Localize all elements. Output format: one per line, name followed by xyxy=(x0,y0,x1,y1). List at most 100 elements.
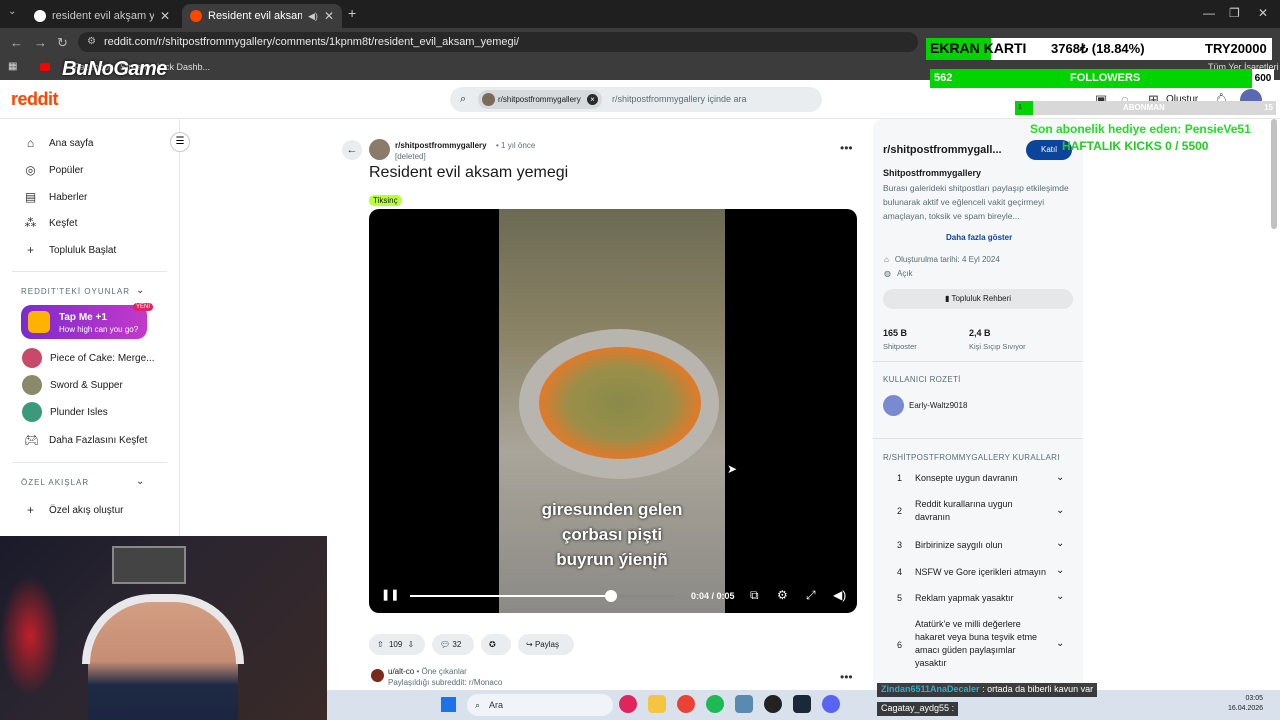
search-icon: ⌕ xyxy=(475,700,481,710)
game-sword-supper[interactable]: Sword & Supper xyxy=(22,375,123,395)
obs-icon[interactable] xyxy=(764,695,782,713)
clear-chip-icon[interactable]: × xyxy=(586,94,598,105)
badge-username[interactable]: Early-Waltz9018 xyxy=(909,401,967,410)
address-bar[interactable]: ⚙ reddit.com/r/shitpostfrommygallery/com… xyxy=(78,32,918,52)
rule-item[interactable]: Reklam yapmak yasaktır xyxy=(915,592,1045,605)
upvote-icon[interactable]: ⇧ xyxy=(377,640,384,649)
post-flair[interactable]: Tiksinç xyxy=(369,195,402,206)
post-subreddit[interactable]: r/shitpostfrommygallery xyxy=(395,141,487,150)
badge-avatar[interactable] xyxy=(883,395,904,416)
webcam-overlay xyxy=(0,536,327,720)
game-piece-of-cake[interactable]: Piece of Cake: Merge... xyxy=(22,348,155,368)
chevron-down-icon[interactable]: ⌄ xyxy=(1056,565,1064,576)
start-icon[interactable] xyxy=(441,697,456,712)
captions-icon[interactable]: ⧉ xyxy=(750,588,759,603)
taskbar-search[interactable]: ⌕ Ara xyxy=(467,694,613,716)
promo-avatar[interactable] xyxy=(371,669,384,682)
browser-tab-1[interactable]: resident evil akşam yemeği - Go ✕ xyxy=(26,4,178,28)
media-player-icon[interactable] xyxy=(619,695,637,713)
progress-handle[interactable] xyxy=(605,590,618,602)
nav-popular[interactable]: ◎ Popüler xyxy=(24,163,83,177)
steam-icon[interactable] xyxy=(793,695,811,713)
chevron-down-icon[interactable]: ⌄ xyxy=(1056,591,1064,602)
custom-feeds-heading[interactable]: ÖZEL AKIŞLAR xyxy=(21,478,89,487)
award-button[interactable]: ✪ xyxy=(481,634,511,655)
sidebar-divider xyxy=(12,462,167,463)
minimize-icon[interactable]: — xyxy=(1203,6,1215,20)
share-button[interactable]: ↪ Paylaş xyxy=(518,634,574,655)
create-custom-feed[interactable]: + Özel akış oluştur xyxy=(24,503,124,517)
community-guide-button[interactable]: ▮ Topluluk Rehberi xyxy=(883,289,1073,309)
promo-menu-icon[interactable]: ••• xyxy=(840,670,853,684)
volume-icon[interactable]: ◀) xyxy=(833,588,846,602)
back-icon[interactable]: ← xyxy=(10,35,23,50)
collapse-sidebar-icon[interactable]: ☰ xyxy=(170,132,190,152)
chevron-down-icon[interactable]: ⌄ xyxy=(136,476,144,487)
subreddit-avatar[interactable] xyxy=(369,139,390,160)
apps-icon[interactable]: ▦ xyxy=(8,61,17,72)
chevron-down-icon[interactable]: ⌄ xyxy=(1056,538,1064,549)
network-icon[interactable] xyxy=(735,695,753,713)
promo-username[interactable]: u/alt-co xyxy=(388,667,414,676)
promo-user[interactable]: u/alt-co • Öne çıkanlar xyxy=(388,667,467,676)
chevron-down-icon[interactable]: ⌄ xyxy=(1056,472,1064,483)
rule-item[interactable]: Birbirinize saygılı olun xyxy=(915,539,1045,552)
games-heading[interactable]: REDDIT'TEKİ OYUNLAR xyxy=(21,287,130,296)
show-more-link[interactable]: Daha fazla göster xyxy=(946,233,1012,242)
reddit-logo[interactable]: reddit xyxy=(11,89,59,110)
discover-more-games[interactable]: 🎮︎ Daha Fazlasını Keşfet xyxy=(24,433,147,447)
rule-number: 6 xyxy=(897,640,903,650)
chevron-down-icon[interactable]: ⌄ xyxy=(1056,505,1064,516)
rule-number: 4 xyxy=(897,567,903,577)
nav-news[interactable]: ▤ Haberler xyxy=(24,190,88,204)
settings-icon[interactable]: ⚙ xyxy=(777,588,788,602)
close-tab-icon[interactable]: ✕ xyxy=(324,9,334,23)
close-tab-icon[interactable]: ✕ xyxy=(160,9,170,23)
mouse-cursor-icon: ➤ xyxy=(727,462,738,476)
spotify-icon[interactable] xyxy=(706,695,724,713)
pause-icon[interactable]: ❚❚ xyxy=(381,588,399,601)
reload-icon[interactable]: ↻ xyxy=(57,35,68,51)
game-label: Plunder Isles xyxy=(50,406,108,418)
video-player[interactable]: giresunden gelen çorbası pişti buyrun ýi… xyxy=(369,209,857,613)
discord-icon[interactable] xyxy=(822,695,840,713)
page-scrollbar[interactable] xyxy=(1271,119,1277,229)
progress-bar[interactable] xyxy=(410,590,675,602)
search-input[interactable]: r/shitpostfrommygallery içinde ara xyxy=(612,94,747,104)
nav-start-community[interactable]: + Topluluk Başlat xyxy=(24,243,116,257)
community-title[interactable]: r/shitpostfrommygall... xyxy=(883,144,1002,156)
comments-button[interactable]: 💬︎ 32 xyxy=(432,634,474,655)
site-info-icon[interactable]: ⚙ xyxy=(87,32,96,52)
file-explorer-icon[interactable] xyxy=(648,695,666,713)
post-menu-icon[interactable]: ••• xyxy=(840,141,853,155)
stat-members-label: Shitposter xyxy=(883,342,917,351)
rule-item[interactable]: NSFW ve Gore içerikleri atmayın xyxy=(915,566,1060,579)
new-tab-button[interactable]: + xyxy=(348,5,356,21)
rule-item[interactable]: Reddit kurallarına uygun davranın xyxy=(915,498,1045,524)
sword-game-icon xyxy=(22,375,42,395)
downvote-icon[interactable]: ⇩ xyxy=(408,640,415,649)
nav-home[interactable]: ⌂ Ana sayfa xyxy=(24,136,94,150)
tap-me-subtitle: How high can you go? xyxy=(59,325,139,334)
chevron-down-icon[interactable]: ⌄ xyxy=(1056,638,1064,649)
game-plunder-isles[interactable]: Plunder Isles xyxy=(22,402,108,422)
new-badge: YENİ xyxy=(133,303,154,311)
back-button[interactable]: ← xyxy=(342,140,362,160)
nav-explore[interactable]: ⁂ Keşfet xyxy=(24,216,78,230)
subreddit-search-chip[interactable]: r/shitpostfrommygallery × xyxy=(478,90,602,109)
rule-item[interactable]: Atatürk'e ve milli değerlere hakaret vey… xyxy=(915,618,1045,670)
youtube-icon[interactable] xyxy=(40,63,50,71)
tab-list-icon[interactable]: ⌄ xyxy=(8,6,16,17)
rule-item[interactable]: Konsepte uygun davranın xyxy=(915,472,1045,485)
speaker-icon[interactable]: ◀) xyxy=(308,11,318,22)
tap-me-game-card[interactable]: Tap Me +1 How high can you go? xyxy=(21,305,147,339)
close-window-icon[interactable]: ✕ xyxy=(1258,6,1268,20)
fullscreen-icon[interactable]: ⤢ xyxy=(806,588,816,603)
maximize-icon[interactable]: ❐ xyxy=(1229,6,1240,20)
forward-icon[interactable]: → xyxy=(34,35,47,50)
chevron-down-icon[interactable]: ⌄ xyxy=(136,285,144,296)
taskbar-clock[interactable]: 03:05 16.04.2026 xyxy=(1228,694,1263,714)
browser-tab-2[interactable]: Resident evil aksam yemeği ◀) ✕ xyxy=(182,4,342,28)
progress-fill xyxy=(410,595,612,597)
chrome-icon[interactable] xyxy=(677,695,695,713)
